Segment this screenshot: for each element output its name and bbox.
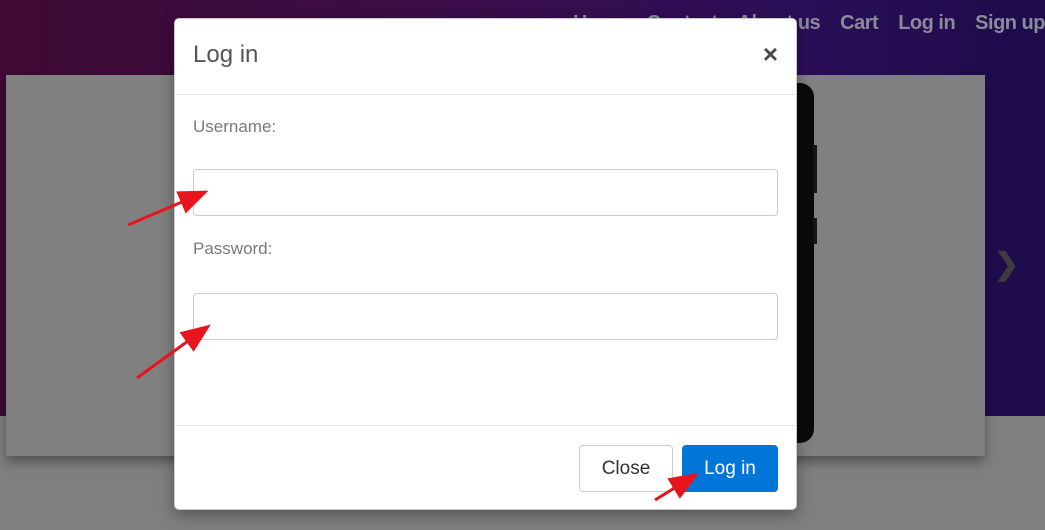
close-icon[interactable]: × [763, 41, 778, 67]
nav-cart-link[interactable]: Cart [840, 12, 879, 35]
modal-title: Log in [193, 41, 259, 68]
password-label: Password: [193, 239, 273, 258]
login-button[interactable]: Log in [682, 445, 778, 492]
modal-footer: Close Log in [175, 425, 796, 511]
nav-login-link[interactable]: Log in [898, 12, 955, 35]
password-input[interactable] [193, 293, 778, 340]
modal-header: Log in × [175, 19, 796, 95]
chevron-right-icon[interactable]: ❯ [994, 248, 1019, 282]
username-label: Username: [193, 117, 277, 136]
username-input[interactable] [193, 169, 778, 216]
nav-signup-link[interactable]: Sign up [975, 12, 1045, 35]
close-button[interactable]: Close [579, 445, 673, 492]
login-modal: Log in × Username: Password: Close Log i… [174, 18, 797, 510]
